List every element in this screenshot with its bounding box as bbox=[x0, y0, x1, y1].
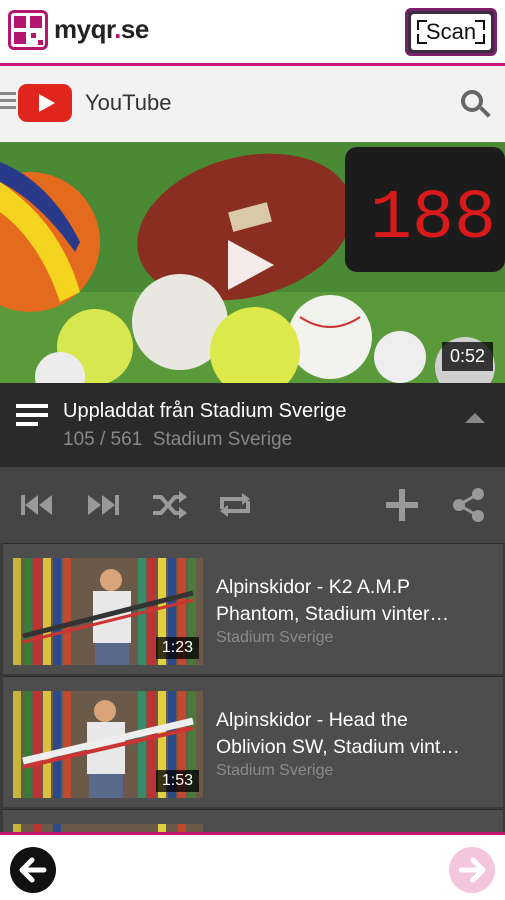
item-title-line1: Alpinskidor - Head the bbox=[216, 709, 408, 731]
shuffle-icon[interactable] bbox=[150, 487, 188, 523]
item-duration: 1:53 bbox=[155, 770, 199, 792]
item-title: Alpinskidor - K2 A.M.P Phantom, Stadium … bbox=[216, 574, 496, 628]
brand-name: myqr.se bbox=[54, 14, 149, 45]
brand-name-main: myqr bbox=[54, 14, 115, 44]
brand-dot: . bbox=[114, 14, 121, 44]
item-title-line2: Phantom, Stadium vinter… bbox=[216, 603, 450, 625]
playlist-channel: Stadium Sverige bbox=[152, 429, 293, 450]
bottom-nav bbox=[0, 832, 505, 900]
scan-button[interactable]: Scan bbox=[405, 8, 497, 56]
scan-label: Scan bbox=[425, 19, 477, 44]
playlist-position: 105 / 561 bbox=[63, 429, 143, 450]
back-arrow-icon[interactable] bbox=[10, 847, 56, 893]
qr-logo-icon bbox=[8, 10, 48, 50]
share-icon[interactable] bbox=[450, 487, 488, 523]
youtube-header: YouTube bbox=[0, 66, 505, 142]
list-item[interactable]: 1:53 Alpinskidor - Head the Oblivion SW,… bbox=[3, 676, 503, 807]
playlist-subtitle: 105 / 561 Stadium Sverige bbox=[63, 429, 292, 451]
playlist-items: 1:23 Alpinskidor - K2 A.M.P Phantom, Sta… bbox=[0, 543, 505, 832]
item-title-line1: Alpinskidor - K2 A.M.P bbox=[216, 576, 410, 598]
item-channel: Stadium Sverige bbox=[216, 762, 334, 779]
play-icon[interactable] bbox=[228, 240, 274, 290]
scoreboard-digits: 188 bbox=[370, 180, 496, 259]
item-title-line2: Oblivion SW, Stadium vint… bbox=[216, 736, 460, 758]
playlist-title: Uppladdat från Stadium Sverige bbox=[63, 400, 347, 422]
app-header: myqr.se Scan bbox=[0, 0, 505, 66]
video-thumbnail: 1:53 bbox=[13, 691, 203, 798]
list-item[interactable]: 1:23 Alpinskidor - K2 A.M.P Phantom, Sta… bbox=[3, 543, 503, 674]
skip-previous-icon[interactable] bbox=[18, 487, 56, 523]
playlist-controls bbox=[0, 467, 505, 543]
chevron-up-icon[interactable] bbox=[465, 413, 485, 423]
video-duration: 0:52 bbox=[441, 342, 493, 371]
video-thumbnail: 1:23 bbox=[13, 558, 203, 665]
repeat-icon[interactable] bbox=[216, 487, 254, 523]
skip-next-icon[interactable] bbox=[84, 487, 122, 523]
item-channel: Stadium Sverige bbox=[216, 629, 334, 646]
video-thumbnail bbox=[13, 824, 203, 832]
playlist-icon bbox=[16, 404, 48, 431]
item-title: Alpinskidor - Head the Oblivion SW, Stad… bbox=[216, 707, 496, 761]
search-icon[interactable] bbox=[461, 90, 483, 112]
youtube-logo-icon[interactable] bbox=[18, 84, 72, 122]
item-duration: 1:23 bbox=[155, 637, 199, 659]
menu-icon[interactable] bbox=[0, 92, 16, 113]
playlist-info-bar[interactable]: Uppladdat från Stadium Sverige 105 / 561… bbox=[0, 383, 505, 467]
forward-arrow-icon[interactable] bbox=[449, 847, 495, 893]
list-item[interactable] bbox=[3, 809, 503, 832]
add-icon[interactable] bbox=[383, 487, 421, 523]
youtube-title: YouTube bbox=[85, 90, 172, 115]
brand-tld: se bbox=[120, 14, 149, 44]
